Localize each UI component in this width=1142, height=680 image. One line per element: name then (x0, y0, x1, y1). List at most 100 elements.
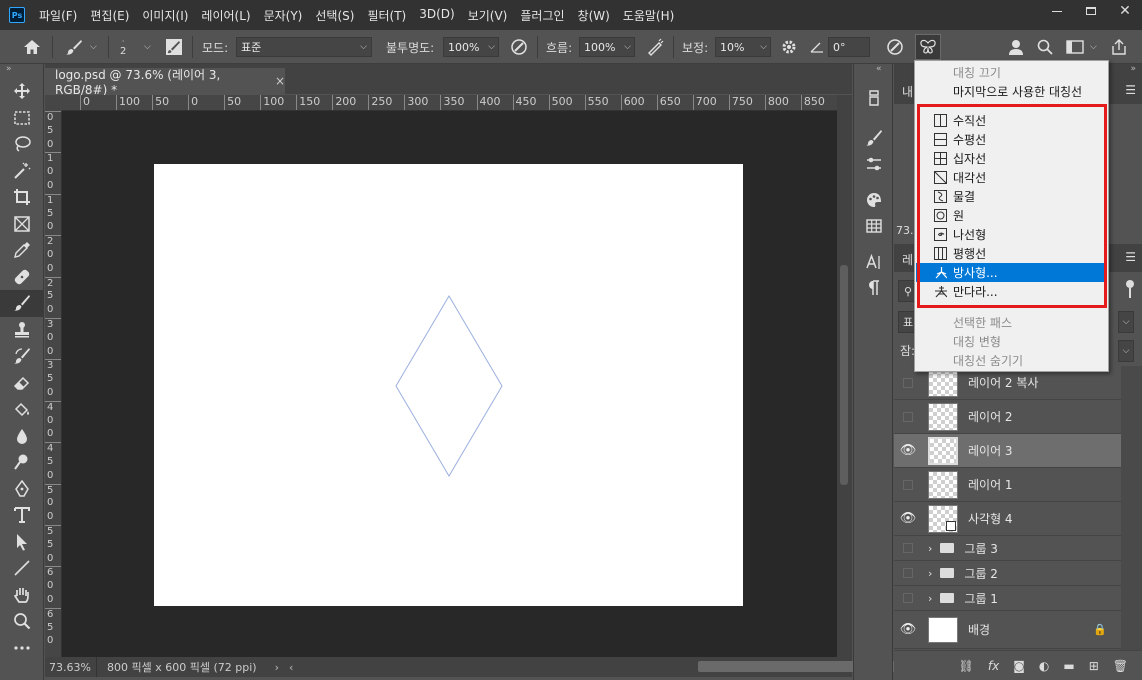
move-tool[interactable] (0, 78, 44, 105)
more-tools-button[interactable] (0, 635, 44, 662)
pen-tool[interactable] (0, 476, 44, 503)
dodge-tool[interactable] (0, 449, 44, 476)
smoothing-options-button[interactable] (778, 30, 800, 64)
frame-tool[interactable] (0, 211, 44, 238)
menu-select[interactable]: 선택(S) (315, 7, 354, 24)
healing-brush-tool[interactable] (0, 264, 44, 291)
adjustment-layer-icon[interactable]: ◐ (1039, 659, 1049, 673)
adjustments-panel-button[interactable] (854, 151, 894, 177)
opacity-field[interactable]: 100% ⌵ (443, 37, 499, 57)
home-button[interactable] (20, 30, 44, 64)
share-button[interactable] (1108, 30, 1130, 64)
patterns-panel-button[interactable] (854, 213, 894, 239)
collapse-panels-icon[interactable]: » (1130, 64, 1136, 74)
swatches-panel-button[interactable] (854, 187, 894, 213)
menu-item-symmetry-off[interactable]: 대칭 끄기 (916, 63, 1107, 82)
crop-tool[interactable] (0, 184, 44, 211)
close-window-button[interactable]: ✕ (1108, 0, 1142, 22)
menu-item-horizontal[interactable]: 수평선 (916, 130, 1107, 149)
menu-item-mandala[interactable]: 만다라... (916, 282, 1107, 301)
menu-item-circle[interactable]: 원 (916, 206, 1107, 225)
account-button[interactable] (1006, 30, 1028, 64)
visibility-toggle[interactable] (894, 377, 922, 388)
history-brush-tool[interactable] (0, 343, 44, 370)
angle-field[interactable]: 0° (828, 37, 870, 57)
ruler-origin[interactable] (45, 95, 62, 111)
trash-icon[interactable]: 🗑 (1113, 659, 1128, 673)
menu-type[interactable]: 문자(Y) (264, 7, 303, 24)
path-selection-tool[interactable] (0, 529, 44, 556)
tab-properties[interactable]: 내 (902, 83, 913, 100)
visibility-toggle[interactable]: 👁 (894, 443, 922, 458)
document-tab[interactable]: logo.psd @ 73.6% (레이어 3, RGB/8#) * × (45, 68, 285, 97)
menu-item-radial[interactable]: 방사형... (916, 263, 1107, 282)
brush-settings-toggle[interactable] (163, 30, 185, 64)
collapse-panels-icon[interactable]: « (854, 64, 892, 76)
zoom-level[interactable]: 73.63% (45, 657, 97, 677)
canvas-pasteboard[interactable] (62, 111, 837, 657)
filter-toggle[interactable] (1126, 280, 1134, 300)
type-tool[interactable] (0, 502, 44, 529)
layer-row-selected[interactable]: 👁 레이어 3 (894, 434, 1121, 468)
tab-layers[interactable]: 레 (902, 251, 913, 268)
pressure-opacity-toggle[interactable] (508, 30, 530, 64)
mode-select[interactable]: 표준 ⌵ (236, 37, 372, 57)
group-row[interactable]: › 그룹 3 (894, 536, 1121, 561)
visibility-toggle[interactable] (894, 479, 922, 490)
vertical-scrollbar[interactable] (837, 95, 852, 657)
link-layers-icon[interactable]: ⛓ (959, 659, 974, 673)
layer-row[interactable]: 레이어 1 (894, 468, 1121, 502)
menu-item-selected-path[interactable]: 선택한 패스 (916, 313, 1107, 332)
menu-view[interactable]: 보기(V) (468, 7, 508, 24)
visibility-toggle[interactable] (894, 568, 922, 578)
chevron-right-icon[interactable]: › (275, 661, 279, 674)
menu-3d[interactable]: 3D(D) (419, 7, 454, 24)
marquee-tool[interactable] (0, 105, 44, 132)
group-row[interactable]: › 그룹 2 (894, 561, 1121, 586)
flow-field[interactable]: 100% ⌵ (579, 37, 635, 57)
history-panel-button[interactable] (854, 85, 894, 111)
menu-plugins[interactable]: 플러그인 (520, 7, 564, 24)
workspace-button[interactable] (1064, 30, 1086, 64)
clone-stamp-tool[interactable] (0, 317, 44, 344)
menu-item-hide-symmetry[interactable]: 대칭선 숨기기 (916, 351, 1107, 370)
line-tool[interactable] (0, 555, 44, 582)
search-button[interactable] (1034, 30, 1056, 64)
new-group-icon[interactable]: ▬ (1063, 659, 1074, 673)
panel-menu-icon[interactable]: ☰ (1125, 250, 1136, 264)
visibility-toggle[interactable] (894, 593, 922, 603)
menu-filter[interactable]: 필터(T) (367, 7, 406, 24)
menu-edit[interactable]: 편집(E) (90, 7, 129, 24)
fx-button[interactable]: fx (988, 659, 999, 673)
panel-menu-icon[interactable]: ☰ (1125, 83, 1136, 97)
zoom-tool[interactable] (0, 608, 44, 635)
magic-wand-tool[interactable] (0, 158, 44, 185)
menu-item-wavy[interactable]: 물결 (916, 187, 1107, 206)
menu-item-transform-symmetry[interactable]: 대칭 변형 (916, 332, 1107, 351)
menu-item-cross[interactable]: 십자선 (916, 149, 1107, 168)
blur-tool[interactable] (0, 423, 44, 450)
horizontal-scrollbar[interactable] (293, 657, 909, 677)
visibility-toggle[interactable]: 👁 (894, 622, 922, 637)
maximize-button[interactable] (1074, 0, 1108, 22)
visibility-toggle[interactable] (894, 411, 922, 422)
new-layer-icon[interactable]: ⊞ (1089, 659, 1099, 673)
brush-size-chevron-icon[interactable]: ⌵ (144, 30, 151, 64)
brush-tool[interactable] (0, 290, 44, 317)
menu-file[interactable]: 파일(F) (39, 7, 77, 24)
menu-item-diagonal[interactable]: 대각선 (916, 168, 1107, 187)
background-layer-row[interactable]: 👁 배경 🔒 (894, 611, 1121, 649)
collapse-toolbar-icon[interactable]: » (0, 64, 43, 78)
menu-layer[interactable]: 레이어(L) (201, 7, 250, 24)
workspace-chevron-icon[interactable]: ⌵ (1090, 30, 1097, 64)
brush-preset-chevron-icon[interactable]: ⌵ (90, 30, 97, 64)
hand-tool[interactable] (0, 582, 44, 609)
scroll-thumb[interactable] (840, 265, 848, 485)
layers-scrollbar[interactable] (1121, 366, 1142, 650)
brushes-panel-button[interactable] (854, 125, 894, 151)
visibility-toggle[interactable]: 👁 (894, 511, 922, 526)
menu-item-spiral[interactable]: 나선형 (916, 225, 1107, 244)
airbrush-toggle[interactable] (644, 30, 666, 64)
menu-item-parallel[interactable]: 평행선 (916, 244, 1107, 263)
paint-bucket-tool[interactable] (0, 396, 44, 423)
